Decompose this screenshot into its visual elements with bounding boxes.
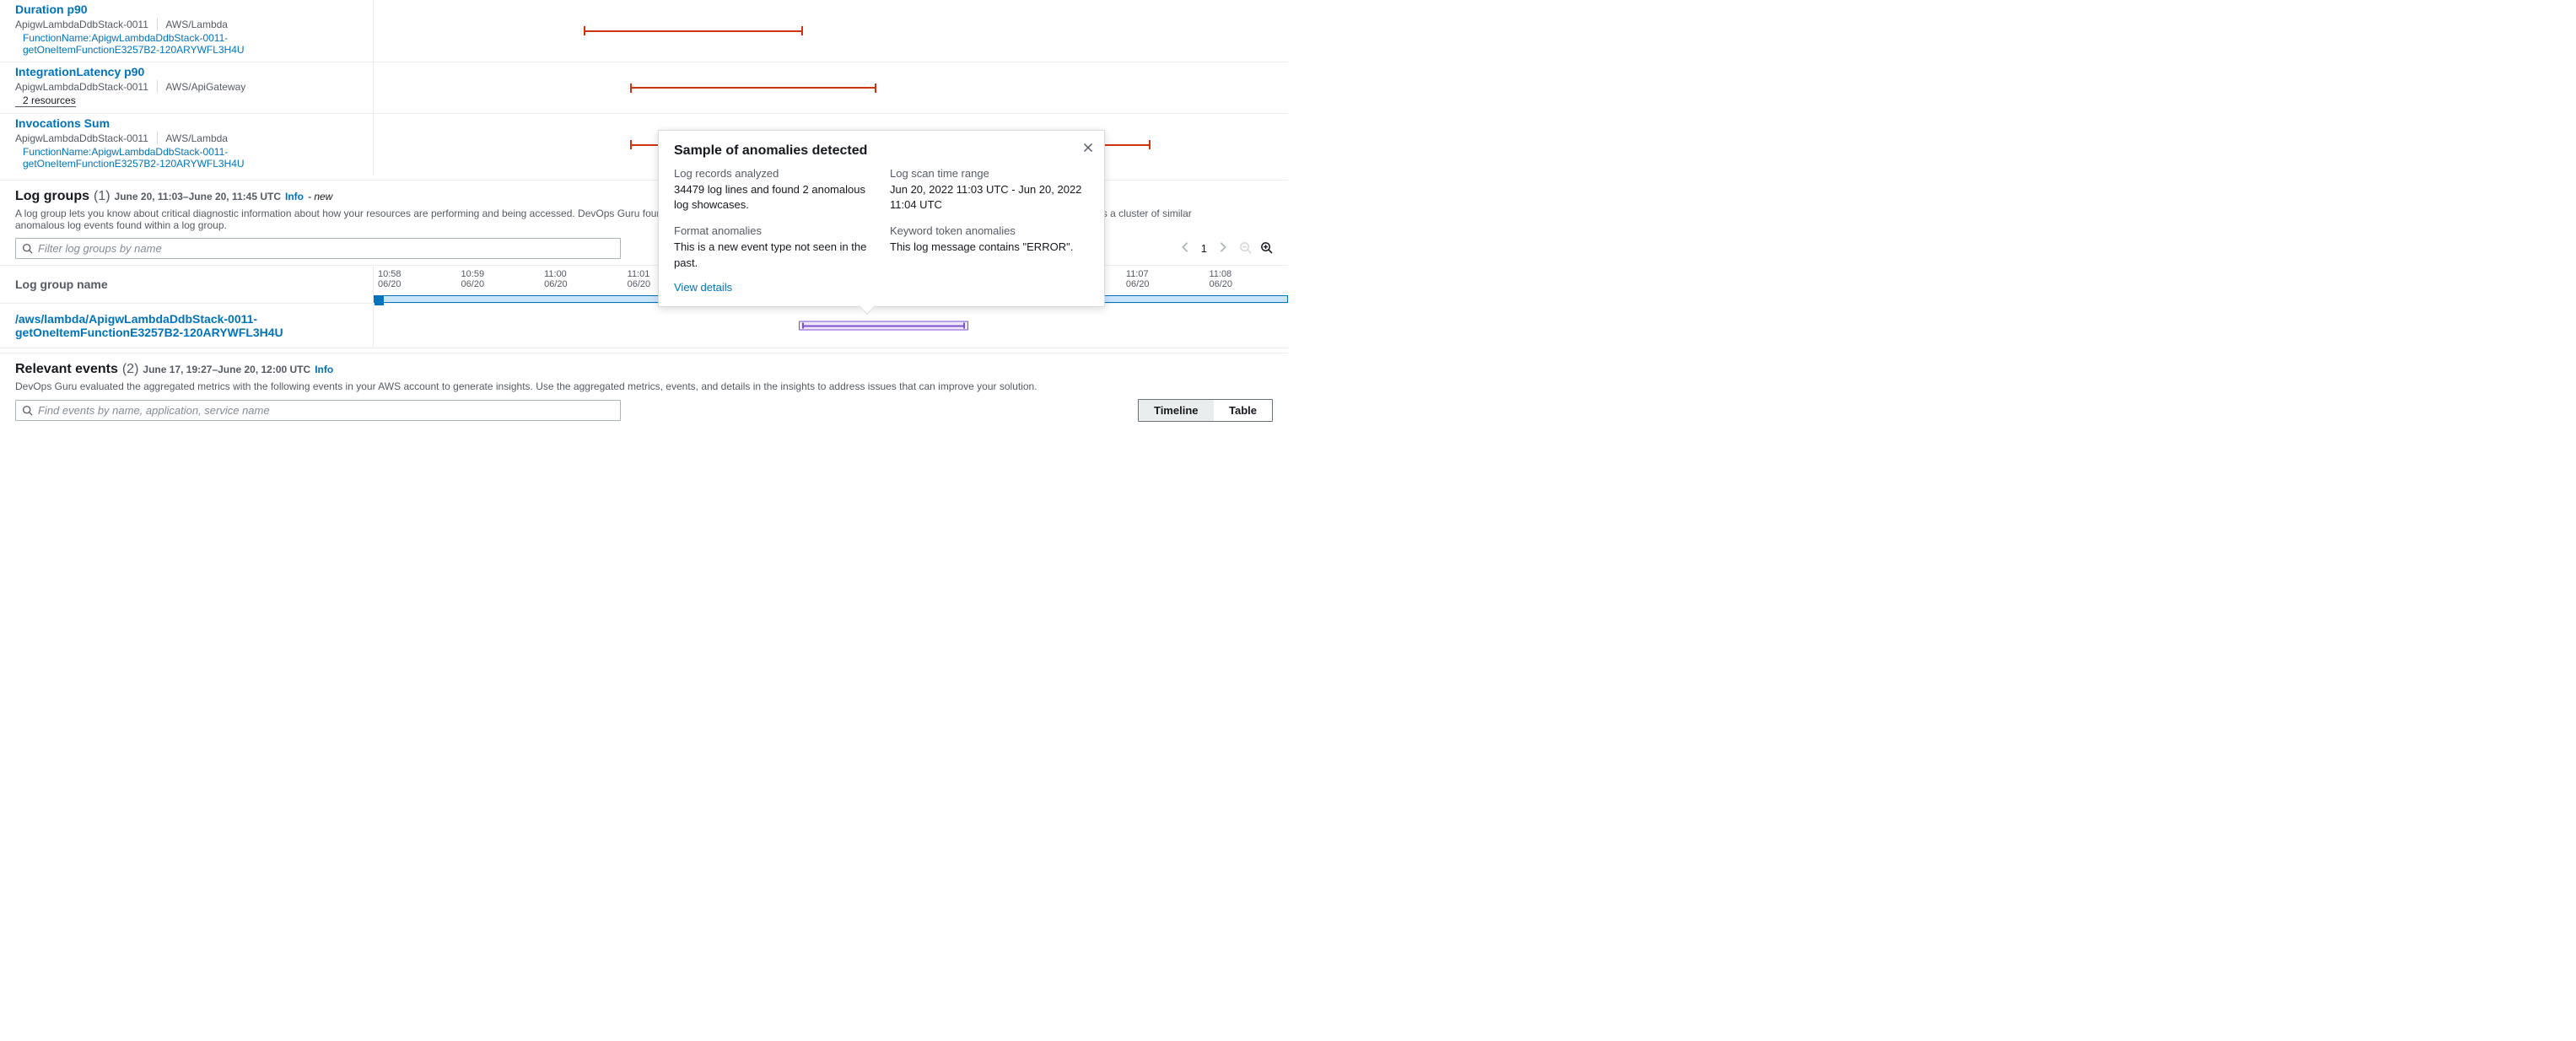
anomaly-title-link[interactable]: Invocations Sum: [15, 116, 358, 130]
time-tick: 11:0706/20: [1122, 266, 1205, 296]
info-link[interactable]: Info: [285, 191, 304, 202]
popover-keyword-value: This log message contains "ERROR".: [890, 240, 1089, 255]
chevron-right-icon: [1219, 241, 1227, 253]
toggle-table-button[interactable]: Table: [1214, 400, 1272, 421]
anomaly-stack: ApigwLambdaDdbStack-0011: [15, 81, 148, 93]
log-groups-search[interactable]: [15, 238, 621, 259]
pagination: 1: [1178, 240, 1273, 257]
zoom-out-button[interactable]: [1239, 241, 1252, 256]
anomaly-title-link[interactable]: Duration p90: [15, 3, 358, 16]
section-description: DevOps Guru evaluated the aggregated met…: [15, 380, 1210, 392]
zoom-in-button[interactable]: [1260, 241, 1273, 256]
new-badge: - new: [308, 191, 332, 202]
section-count: (1): [94, 189, 110, 204]
log-groups-section: Log groups (1) June 20, 11:03–June 20, 1…: [0, 180, 1288, 348]
anomaly-title-link[interactable]: IntegrationLatency p90: [15, 65, 358, 78]
view-toggle: Timeline Table: [1138, 399, 1273, 422]
next-page-button[interactable]: [1215, 240, 1231, 257]
time-tick: 11:0806/20: [1204, 266, 1288, 296]
anomaly-timeline-bar: [584, 30, 803, 32]
page-number: 1: [1201, 242, 1207, 255]
close-icon: [1083, 143, 1093, 153]
search-icon: [22, 405, 33, 416]
events-search[interactable]: [15, 400, 621, 421]
anomaly-namespace: AWS/Lambda: [165, 19, 228, 30]
anomaly-row-duration: Duration p90 ApigwLambdaDdbStack-0011 AW…: [0, 0, 1288, 62]
popover-format-value: This is a new event type not seen in the…: [674, 240, 873, 270]
divider: [157, 80, 158, 93]
popover-scan-value: Jun 20, 2022 11:03 UTC - Jun 20, 2022 11…: [890, 182, 1089, 213]
anomaly-row-latency: IntegrationLatency p90 ApigwLambdaDdbSta…: [0, 62, 1288, 114]
popover-title: Sample of anomalies detected: [674, 143, 1089, 159]
events-search-input[interactable]: [38, 404, 614, 417]
section-count: (2): [122, 362, 139, 377]
log-group-link[interactable]: /aws/lambda/ApigwLambdaDdbStack-0011-get…: [15, 312, 283, 339]
anomaly-namespace: AWS/ApiGateway: [165, 81, 245, 93]
popover-scan-label: Log scan time range: [890, 167, 1089, 180]
popover-records-label: Log records analyzed: [674, 167, 873, 180]
anomaly-namespace: AWS/Lambda: [165, 132, 228, 144]
view-details-link[interactable]: View details: [674, 281, 732, 294]
time-tick: 10:5906/20: [457, 266, 541, 296]
popover-keyword-label: Keyword token anomalies: [890, 224, 1089, 237]
anomaly-function-link[interactable]: FunctionName:ApigwLambdaDdbStack-0011-ge…: [15, 32, 358, 56]
prev-page-button[interactable]: [1178, 240, 1193, 257]
zoom-out-icon: [1239, 241, 1252, 254]
divider: [157, 18, 158, 30]
time-tick: 11:0006/20: [540, 266, 623, 296]
divider: [157, 132, 158, 144]
anomaly-popover: Sample of anomalies detected Log records…: [658, 130, 1105, 307]
toggle-timeline-button[interactable]: Timeline: [1139, 400, 1214, 421]
popover-records-value: 34479 log lines and found 2 anomalous lo…: [674, 182, 873, 213]
zoom-in-icon: [1260, 241, 1273, 254]
log-groups-search-input[interactable]: [38, 242, 614, 255]
section-title: Relevant events: [15, 362, 118, 377]
section-daterange: June 17, 19:27–June 20, 12:00 UTC: [143, 364, 310, 375]
anomaly-function-link[interactable]: FunctionName:ApigwLambdaDdbStack-0011-ge…: [15, 146, 358, 170]
anomaly-marker[interactable]: [799, 321, 968, 331]
anomaly-stack: ApigwLambdaDdbStack-0011: [15, 19, 148, 30]
chevron-left-icon: [1181, 241, 1189, 253]
relevant-events-section: Relevant events (2) June 17, 19:27–June …: [0, 353, 1288, 430]
column-header-log-group-name: Log group name: [0, 266, 373, 303]
popover-close-button[interactable]: [1083, 142, 1093, 157]
anomaly-timeline-bar: [630, 87, 877, 89]
anomaly-stack: ApigwLambdaDdbStack-0011: [15, 132, 148, 144]
search-icon: [22, 243, 33, 254]
time-tick: 10:5806/20: [374, 266, 457, 296]
popover-format-label: Format anomalies: [674, 224, 873, 237]
section-daterange: June 20, 11:03–June 20, 11:45 UTC: [115, 191, 281, 202]
section-title: Log groups: [15, 189, 89, 204]
anomaly-resources-link[interactable]: 2 resources: [15, 94, 76, 107]
info-link[interactable]: Info: [315, 364, 333, 375]
